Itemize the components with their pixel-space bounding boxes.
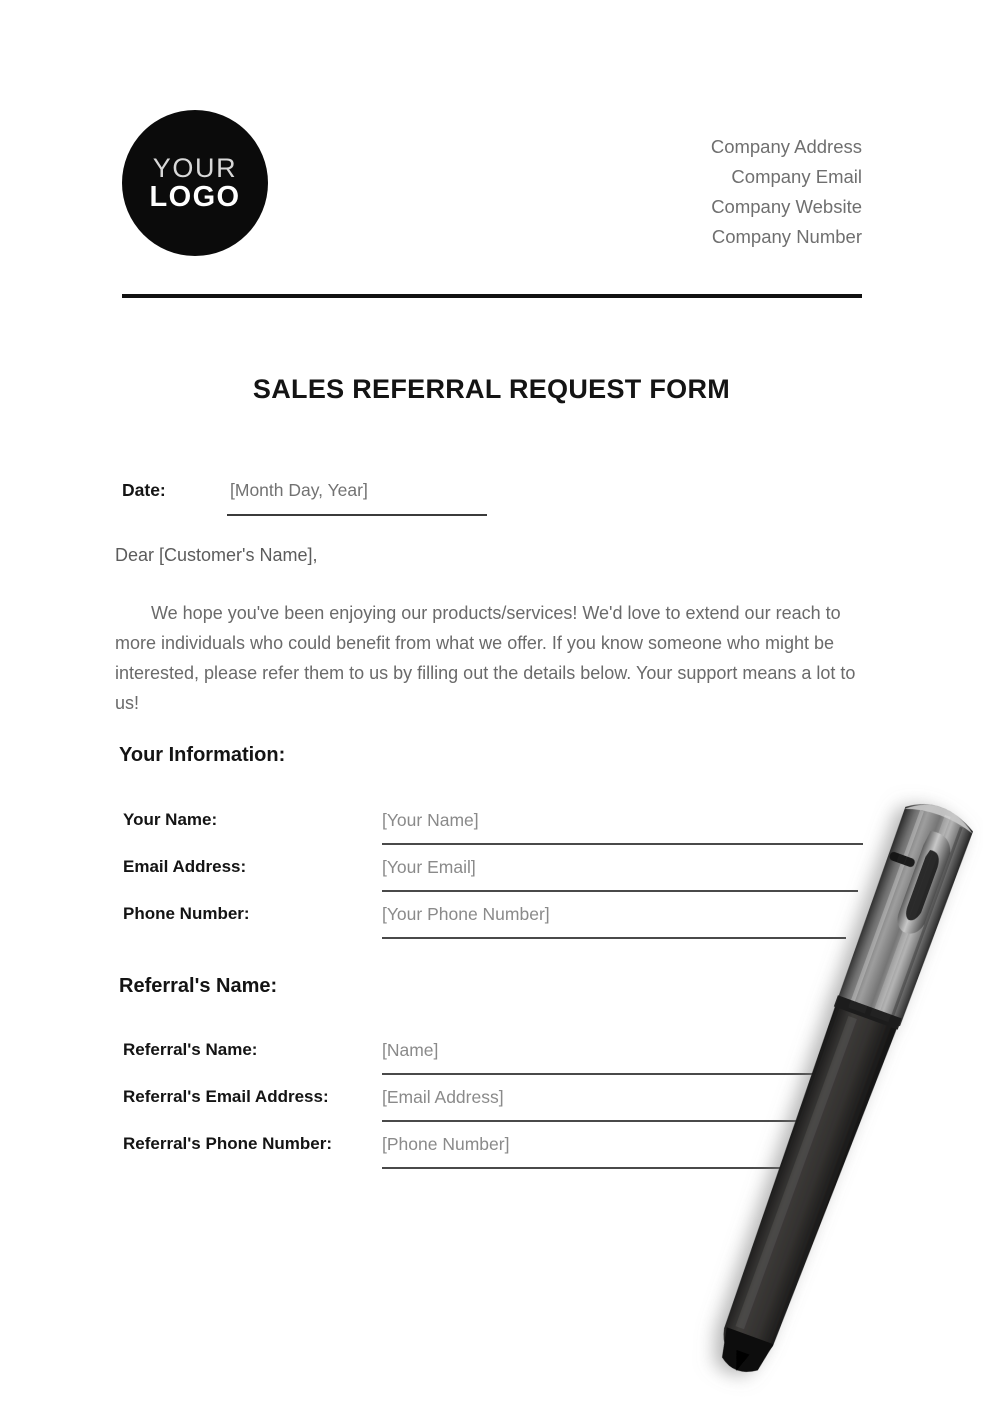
date-input[interactable]: [Month Day, Year] xyxy=(230,480,368,501)
field-underline-referral-phone xyxy=(382,1167,820,1169)
document-header: YOUR LOGO Company Address Company Email … xyxy=(122,110,862,270)
field-input-email-address[interactable]: [Your Email] xyxy=(382,857,476,878)
company-number: Company Number xyxy=(711,226,862,247)
field-underline-phone-number xyxy=(382,937,846,939)
pen-clip xyxy=(897,830,951,934)
field-label-email-address: Email Address: xyxy=(123,857,247,876)
field-row-your-name[interactable]: Your Name: [Your Name] xyxy=(123,802,883,849)
letter-body: We hope you've been enjoying our product… xyxy=(115,603,856,713)
field-input-referral-email[interactable]: [Email Address] xyxy=(382,1087,504,1108)
field-underline-referral-name xyxy=(382,1073,848,1075)
field-row-referral-name[interactable]: Referral's Name: [Name] xyxy=(123,1032,883,1079)
field-input-phone-number[interactable]: [Your Phone Number] xyxy=(382,904,550,925)
company-contact-info: Company Address Company Email Company We… xyxy=(711,132,862,252)
company-email: Company Email xyxy=(731,166,862,187)
header-divider-rule xyxy=(122,294,862,298)
field-underline-your-name xyxy=(382,843,863,845)
field-row-email-address[interactable]: Email Address: [Your Email] xyxy=(123,849,883,896)
company-logo: YOUR LOGO xyxy=(122,110,268,256)
company-address: Company Address xyxy=(710,136,862,157)
logo-line-1: YOUR xyxy=(152,152,238,183)
logo-line-2: LOGO xyxy=(149,180,241,213)
company-website: Company Website xyxy=(711,196,862,217)
pen-end-cap xyxy=(722,1327,774,1372)
field-input-referral-name[interactable]: [Name] xyxy=(382,1040,438,1061)
field-label-your-name: Your Name: xyxy=(123,810,218,829)
field-label-referral-name: Referral's Name: xyxy=(123,1040,258,1059)
field-label-referral-phone: Referral's Phone Number: xyxy=(123,1134,333,1153)
field-input-referral-phone[interactable]: [Phone Number] xyxy=(382,1134,509,1155)
salutation: Dear [Customer's Name], xyxy=(115,545,318,565)
date-label: Date: xyxy=(122,480,166,500)
field-label-phone-number: Phone Number: xyxy=(123,904,250,923)
section-heading-referral: Referral's Name: xyxy=(119,975,278,997)
field-label-referral-email: Referral's Email Address: xyxy=(123,1087,329,1106)
field-row-phone-number[interactable]: Phone Number: [Your Phone Number] xyxy=(123,896,883,943)
section-heading-your-information: Your Information: xyxy=(119,744,286,766)
date-underline xyxy=(227,514,487,516)
field-row-referral-email[interactable]: Referral's Email Address: [Email Address… xyxy=(123,1079,883,1126)
field-underline-email-address xyxy=(382,890,858,892)
field-row-referral-phone[interactable]: Referral's Phone Number: [Phone Number] xyxy=(123,1126,883,1173)
field-input-your-name[interactable]: [Your Name] xyxy=(382,810,479,831)
page-title: SALES REFERRAL REQUEST FORM xyxy=(252,374,731,404)
document-page: YOUR LOGO Company Address Company Email … xyxy=(0,0,983,1400)
field-underline-referral-email xyxy=(382,1120,835,1122)
date-row: Date: [Month Day, Year] xyxy=(122,478,542,518)
